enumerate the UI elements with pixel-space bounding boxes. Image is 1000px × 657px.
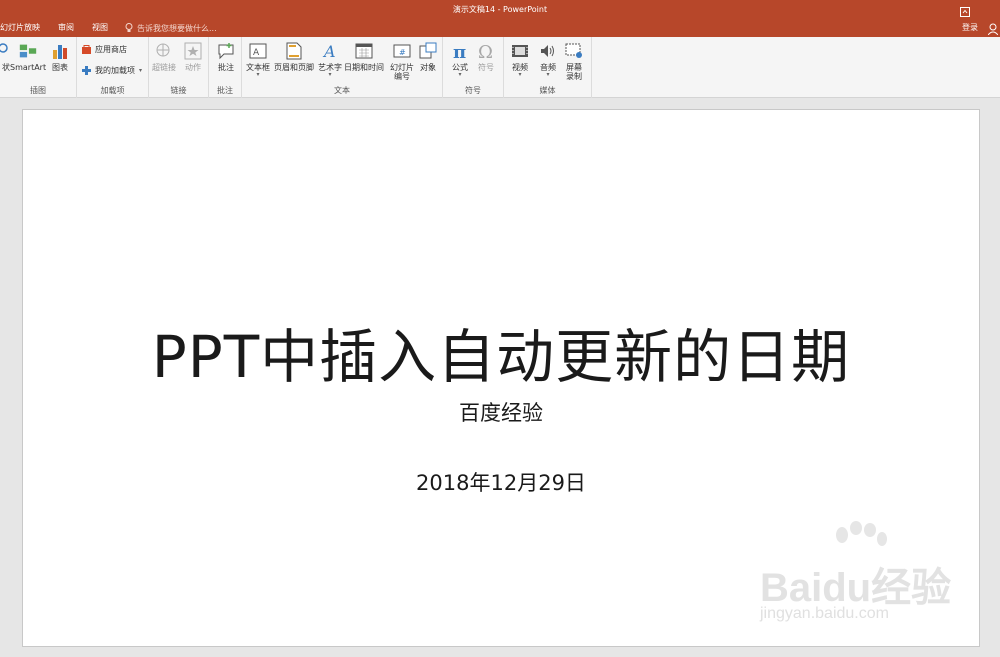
group-links: 超链接 动作 链接 — [149, 37, 209, 98]
symbol-button[interactable]: Ω 符号 — [476, 41, 496, 72]
equation-button[interactable]: π 公式 ▾ — [450, 41, 470, 78]
chevron-down-icon: ▾ — [139, 66, 143, 74]
header-footer-button[interactable]: 页眉和页脚 — [274, 41, 314, 72]
title-bar: 演示文稿14 - PowerPoint 幻灯片放映 审阅 视图 告诉我您想要做什… — [0, 0, 1000, 37]
window-title: 演示文稿14 - PowerPoint — [452, 5, 548, 14]
star-icon — [183, 41, 203, 61]
tab-slideshow[interactable]: 幻灯片放映 — [0, 20, 49, 36]
comment-button[interactable]: 批注 — [216, 41, 236, 72]
tell-me-text: 告诉我您想要做什么... — [137, 23, 217, 33]
wordart-button[interactable]: A 艺术字 ▾ — [318, 41, 342, 78]
chart-button[interactable]: 图表 — [50, 41, 70, 72]
globe-link-icon — [154, 41, 174, 61]
group-label-links: 链接 — [170, 86, 187, 95]
hyperlink-button[interactable]: 超链接 — [152, 41, 176, 72]
addins-icon — [81, 65, 92, 76]
speaker-icon — [538, 41, 558, 61]
ribbon-display-options-icon[interactable] — [960, 2, 970, 21]
chevron-down-icon: ▾ — [458, 71, 462, 78]
group-media: 视频 ▾ 音频 ▾ 屏幕 录制 媒体 — [504, 37, 592, 98]
group-text: A 文本框 ▾ 页眉和页脚 A 艺术字 ▾ 日期和时间 # 幻灯片 编号 对象 … — [242, 37, 443, 98]
bar-chart-icon — [50, 41, 70, 61]
store-icon — [81, 44, 92, 55]
group-label-addins: 加载项 — [100, 86, 125, 95]
ribbon: 状 SmartArt 图表 插图 应用商店 我的加载项 ▾ 加载项 超链接 动作… — [0, 37, 1000, 98]
lightbulb-icon — [125, 23, 133, 32]
svg-text:π: π — [453, 42, 466, 60]
group-label-illustrations: 插图 — [30, 86, 46, 95]
textbox-icon: A — [248, 41, 268, 61]
group-label-symbols: 符号 — [465, 86, 481, 95]
smartart-button[interactable]: SmartArt — [10, 41, 46, 72]
header-footer-icon — [284, 41, 304, 61]
svg-text:A: A — [253, 48, 260, 58]
slide-number-icon: # — [392, 41, 412, 61]
object-button[interactable]: 对象 — [418, 41, 438, 72]
svg-text:A: A — [322, 42, 336, 60]
film-icon — [510, 41, 530, 61]
slide-number-button[interactable]: # 幻灯片 编号 — [390, 41, 414, 81]
video-button[interactable]: 视频 ▾ — [510, 41, 530, 78]
pi-icon: π — [450, 41, 470, 61]
tab-review[interactable]: 审阅 — [49, 20, 83, 36]
action-button[interactable]: 动作 — [183, 41, 203, 72]
tell-me-search[interactable]: 告诉我您想要做什么... — [117, 23, 217, 34]
login-link[interactable]: 登录 — [962, 22, 978, 33]
chevron-down-icon: ▾ — [546, 71, 550, 78]
svg-text:Ω: Ω — [478, 42, 493, 60]
object-icon — [418, 41, 438, 61]
tab-view[interactable]: 视图 — [83, 20, 117, 36]
audio-button[interactable]: 音频 ▾ — [538, 41, 558, 78]
screen-record-icon — [564, 41, 584, 61]
textbox-button[interactable]: A 文本框 ▾ — [246, 41, 270, 78]
group-label-media: 媒体 — [539, 86, 556, 95]
my-addins-button[interactable]: 我的加载项 ▾ — [81, 65, 142, 76]
slide-date[interactable]: 2018年12月29日 — [23, 467, 979, 497]
wordart-icon: A — [320, 41, 340, 61]
store-button[interactable]: 应用商店 — [81, 44, 127, 55]
group-illustrations: 状 SmartArt 图表 插图 — [0, 37, 77, 98]
omega-icon: Ω — [476, 41, 496, 61]
svg-text:#: # — [399, 48, 406, 57]
chevron-down-icon: ▾ — [518, 71, 522, 78]
baidu-watermark: Baidu经验 jingyan.baidu.com — [750, 521, 980, 637]
group-addins: 应用商店 我的加载项 ▾ 加载项 — [77, 37, 149, 98]
watermark-url: jingyan.baidu.com — [760, 605, 889, 622]
comment-icon — [216, 41, 236, 61]
group-symbols: π 公式 ▾ Ω 符号 符号 — [443, 37, 504, 98]
slide-subtitle[interactable]: 百度经验 — [23, 397, 979, 427]
datetime-button[interactable]: 日期和时间 — [344, 41, 384, 72]
slide-workspace: PPT中插入自动更新的日期 百度经验 2018年12月29日 Baidu经验 j… — [0, 98, 1000, 657]
menu-tabs: 幻灯片放映 审阅 视图 告诉我您想要做什么... — [0, 20, 217, 36]
calendar-icon — [354, 41, 374, 61]
group-label-text: 文本 — [334, 86, 350, 95]
group-comments: 批注 批注 — [209, 37, 242, 98]
chevron-down-icon: ▾ — [328, 71, 332, 78]
group-label-comments: 批注 — [217, 86, 233, 95]
smartart-icon — [18, 41, 38, 61]
screen-recording-button[interactable]: 屏幕 录制 — [564, 41, 584, 81]
chevron-down-icon: ▾ — [256, 71, 260, 78]
slide-title[interactable]: PPT中插入自动更新的日期 — [23, 310, 979, 394]
